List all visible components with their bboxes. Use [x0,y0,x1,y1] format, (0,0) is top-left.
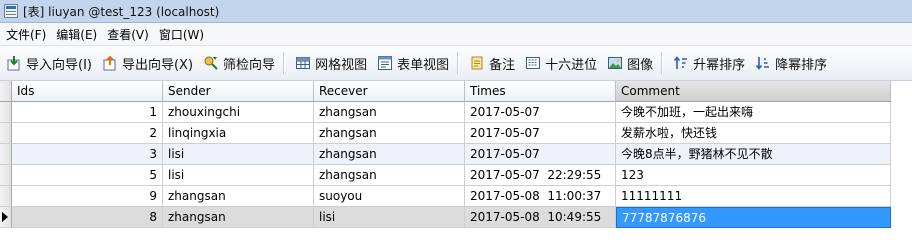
cell-recever[interactable]: zhangsan [314,165,465,186]
menu-edit[interactable]: 编辑(E) [50,26,101,43]
sort-ascending-label: 升幂排序 [693,57,746,73]
cell-ids[interactable]: 5 [12,165,163,186]
form-view-button[interactable]: 表单视图 [373,50,453,76]
cell-ids[interactable]: 1 [12,102,163,123]
column-header-recever[interactable]: Recever [314,81,465,102]
image-icon [608,57,623,69]
column-header-comment[interactable]: Comment [616,81,891,102]
table-row[interactable]: 3 lisi zhangsan 2017-05-07 今晚8点半，野猪林不见不散 [0,144,912,165]
table-row[interactable]: 1 zhouxingchi zhangsan 2017-05-07 今晚不加班，… [0,102,912,123]
hex-button[interactable]: 十六进位 [521,50,601,76]
image-button[interactable]: 图像 [603,50,657,76]
column-header-ids[interactable]: Ids [12,81,163,102]
sort-ascending-button[interactable]: 升幂排序 [669,50,749,76]
form-view-label: 表单视图 [397,57,450,73]
cell-ids[interactable]: 3 [12,144,163,165]
import-wizard-label: 导入向导(I) [26,57,92,73]
cell-ids[interactable]: 8 [12,207,163,228]
cell-times[interactable]: 2017-05-08 10:49:55 [465,207,616,228]
cell-times[interactable]: 2017-05-07 22:29:55 [465,165,616,186]
sort-descending-button[interactable]: 降幂排序 [751,50,831,76]
import-wizard-button[interactable]: 导入向导(I) [2,50,96,76]
cell-comment[interactable]: 发薪水啦，快还钱 [616,123,891,144]
cell-times[interactable]: 2017-05-07 [465,144,616,165]
row-indicator[interactable] [0,123,12,144]
cell-ids[interactable]: 9 [12,186,163,207]
cell-sender[interactable]: zhangsan [163,186,314,207]
toolbar: 导入向导(I) 导出向导(X) 筛检向导 网格视图 表单视图 备注 十六进位 图… [0,46,912,81]
cell-sender[interactable]: zhouxingchi [163,102,314,123]
row-indicator[interactable] [0,102,12,123]
memo-button[interactable]: 备注 [465,50,519,76]
cell-comment[interactable]: 今晚8点半，野猪林不见不散 [616,144,891,165]
menu-bar: 文件(F) 编辑(E) 查看(V) 窗口(W) [0,23,912,46]
grid-view-button[interactable]: 网格视图 [291,50,371,76]
cell-comment[interactable]: 11111111 [616,186,891,207]
toolbar-separator [283,52,286,74]
menu-window[interactable]: 窗口(W) [153,26,208,43]
image-label: 图像 [627,57,654,73]
cell-comment[interactable]: 123 [616,165,891,186]
header-row-indicator [0,81,12,102]
export-icon [103,55,116,71]
filter-icon [204,56,218,70]
row-indicator[interactable] [0,144,12,165]
cell-ids[interactable]: 2 [12,123,163,144]
cell-sender[interactable]: lisi [163,144,314,165]
cell-times[interactable]: 2017-05-07 [465,102,616,123]
cell-recever[interactable]: zhangsan [314,144,465,165]
column-header-times[interactable]: Times [465,81,616,102]
memo-icon [471,56,483,70]
sort-descending-label: 降幂排序 [775,57,828,73]
filter-wizard-button[interactable]: 筛检向导 [199,50,279,76]
cell-times[interactable]: 2017-05-07 [465,123,616,144]
menu-file[interactable]: 文件(F) [0,26,50,43]
cell-sender[interactable]: zhangsan [163,207,314,228]
import-icon [7,56,20,71]
cell-recever[interactable]: lisi [314,207,465,228]
current-row-arrow-icon [2,212,8,222]
cell-comment[interactable]: 今晚不加班，一起出来嗨 [616,102,891,123]
sort-descending-icon [756,57,770,70]
column-header-sender[interactable]: Sender [163,81,314,102]
table-icon [4,4,18,18]
table-row[interactable]: 9 zhangsan suoyou 2017-05-08 11:00:37 11… [0,186,912,207]
cell-times[interactable]: 2017-05-08 11:00:37 [465,186,616,207]
export-wizard-button[interactable]: 导出向导(X) [98,50,197,76]
form-icon [378,56,393,70]
hex-label: 十六进位 [545,57,598,73]
cell-sender[interactable]: lisi [163,165,314,186]
row-indicator[interactable] [0,207,12,228]
export-wizard-label: 导出向导(X) [121,57,194,73]
filter-wizard-label: 筛检向导 [223,57,276,73]
grid-view-label: 网格视图 [315,57,368,73]
hex-icon [526,57,541,69]
window-title: [表] liuyan @test_123 (localhost) [23,4,220,19]
table-row[interactable]: 2 linqingxia zhangsan 2017-05-07 发薪水啦，快还… [0,123,912,144]
cell-recever[interactable]: suoyou [314,186,465,207]
grid-icon [296,57,311,69]
cell-recever[interactable]: zhangsan [314,102,465,123]
row-indicator[interactable] [0,165,12,186]
row-indicator[interactable] [0,186,12,207]
cell-recever[interactable]: zhangsan [314,123,465,144]
menu-view[interactable]: 查看(V) [101,26,153,43]
sort-ascending-icon [674,56,688,69]
cell-sender[interactable]: linqingxia [163,123,314,144]
table-row[interactable]: 5 lisi zhangsan 2017-05-07 22:29:55 123 [0,165,912,186]
cell-comment-selected[interactable]: 77787876876 [616,207,891,228]
data-grid: Ids Sender Recever Times Comment 1 zhoux… [0,81,912,248]
memo-label: 备注 [489,57,516,73]
table-row-current[interactable]: 8 zhangsan lisi 2017-05-08 10:49:55 7778… [0,207,912,228]
grid-header-row: Ids Sender Recever Times Comment [0,81,912,102]
title-bar: [表] liuyan @test_123 (localhost) [0,0,912,23]
toolbar-separator [661,52,664,74]
toolbar-separator [457,52,460,74]
